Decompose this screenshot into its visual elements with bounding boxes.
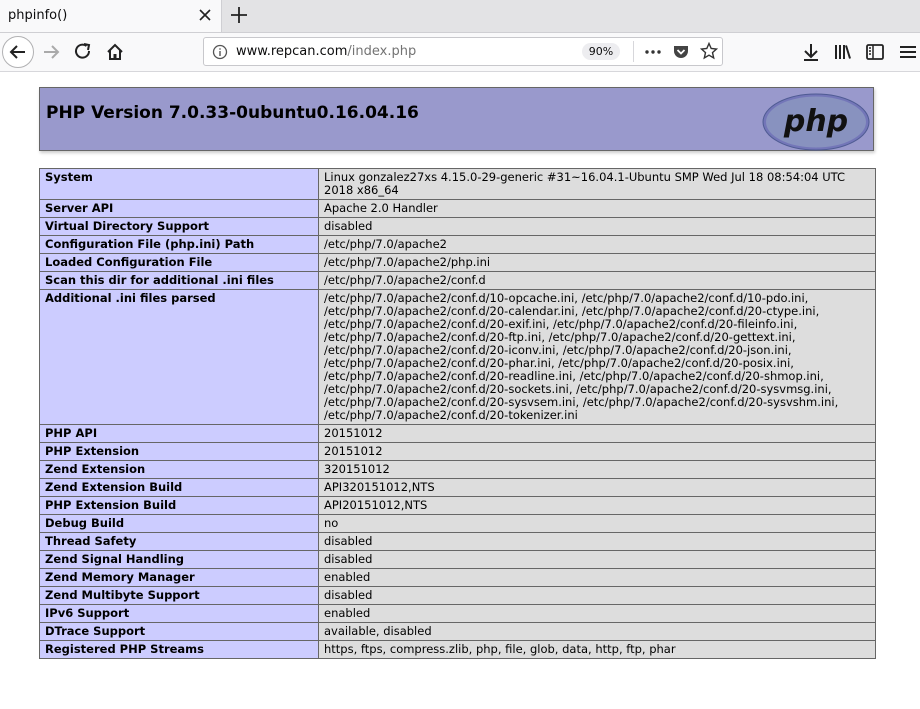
navigation-toolbar: www.repcan.com/index.php 90% [0, 33, 920, 72]
php-logo[interactable]: php [762, 93, 870, 151]
row-key: PHP Extension Build [39, 496, 319, 515]
table-row: Zend Memory Manager enabled [39, 568, 876, 587]
row-value: /etc/php/7.0/apache2/conf.d [318, 271, 876, 290]
table-row: PHP Extension 20151012 [39, 442, 876, 461]
back-arrow-icon[interactable] [2, 36, 34, 68]
table-row: Configuration File (php.ini) Path/etc/ph… [39, 235, 876, 254]
row-value: /etc/php/7.0/apache2/php.ini [318, 253, 876, 272]
row-key: Debug Build [39, 514, 319, 533]
table-row: System Linux gonzalez27xs 4.15.0-29-gener… [39, 168, 876, 200]
sidebar-icon[interactable] [860, 37, 890, 67]
row-key: Server API [39, 199, 319, 218]
row-value: disabled [318, 217, 876, 236]
table-row: Virtual Directory Support disabled [39, 217, 876, 236]
row-value: disabled [318, 532, 876, 551]
pocket-icon[interactable] [672, 43, 690, 65]
info-table: System Linux gonzalez27xs 4.15.0-29-gener… [39, 168, 876, 659]
table-row: Loaded Configuration File/etc/php/7.0/ap… [39, 253, 876, 272]
row-value: 20151012 [318, 424, 876, 443]
tab-phpinfo[interactable]: phpinfo() [0, 0, 222, 32]
row-value: 320151012 [318, 460, 876, 479]
table-row: Thread Safety disabled [39, 532, 876, 551]
row-value: disabled [318, 586, 876, 605]
php-header: PHP Version 7.0.33-0ubuntu0.16.04.16 php [39, 87, 874, 151]
table-row: Zend Extension 320151012 [39, 460, 876, 479]
row-value: API20151012,NTS [318, 496, 876, 515]
row-value: enabled [318, 568, 876, 587]
reload-icon[interactable] [68, 37, 98, 67]
url-text: www.repcan.com/index.php [236, 44, 416, 59]
logo-text: php [783, 104, 848, 139]
row-key: Virtual Directory Support [39, 217, 319, 236]
row-key: Loaded Configuration File [39, 253, 319, 272]
row-value: /etc/php/7.0/apache2/conf.d/10-opcache.i… [318, 289, 876, 425]
info-icon[interactable] [212, 44, 228, 64]
table-row: PHP Extension Build API20151012,NTS [39, 496, 876, 515]
tab-title: phpinfo() [8, 8, 68, 23]
page-content: PHP Version 7.0.33-0ubuntu0.16.04.16 php… [0, 72, 920, 709]
row-value: https, ftps, compress.zlib, php, file, g… [318, 640, 876, 659]
row-key: DTrace Support [39, 622, 319, 641]
table-row: Zend Multibyte Support disabled [39, 586, 876, 605]
star-icon[interactable] [699, 41, 719, 64]
url-bar[interactable]: www.repcan.com/index.php 90% [203, 37, 723, 66]
row-value: disabled [318, 550, 876, 569]
row-key: System [39, 168, 319, 200]
hamburger-menu-icon[interactable] [896, 37, 920, 67]
library-icon[interactable] [828, 37, 858, 67]
new-tab-icon[interactable] [228, 4, 250, 26]
row-key: Zend Extension [39, 460, 319, 479]
row-key: Zend Memory Manager [39, 568, 319, 587]
table-row: Debug Build no [39, 514, 876, 533]
url-path: /index.php [347, 44, 417, 59]
row-value: available, disabled [318, 622, 876, 641]
close-tab-icon[interactable] [196, 6, 214, 24]
url-separator [633, 41, 634, 62]
row-key: Thread Safety [39, 532, 319, 551]
row-value: 20151012 [318, 442, 876, 461]
row-value: Apache 2.0 Handler [318, 199, 876, 218]
url-host: www.repcan.com [236, 44, 348, 59]
table-row: Scan this dir for additional .ini files /… [39, 271, 876, 290]
forward-arrow-icon[interactable] [36, 37, 66, 67]
table-row: Zend Extension Build API320151012,NTS [39, 478, 876, 497]
more-dots-icon[interactable] [644, 43, 662, 65]
table-row: Registered PHP Streams https, ftps, compr… [39, 640, 876, 659]
row-value: enabled [318, 604, 876, 623]
zoom-level-badge[interactable]: 90% [582, 43, 620, 60]
row-key: Configuration File (php.ini) Path [39, 235, 319, 254]
row-value: API320151012,NTS [318, 478, 876, 497]
tab-strip: phpinfo() [0, 0, 920, 33]
row-key: Scan this dir for additional .ini files [39, 271, 319, 290]
table-row: IPv6 Support enabled [39, 604, 876, 623]
row-key: Zend Multibyte Support [39, 586, 319, 605]
row-key: Zend Signal Handling [39, 550, 319, 569]
table-row: DTrace Support available, disabled [39, 622, 876, 641]
table-row: PHP API 20151012 [39, 424, 876, 443]
row-value: Linux gonzalez27xs 4.15.0-29-generic #31… [318, 168, 876, 200]
row-key: IPv6 Support [39, 604, 319, 623]
download-icon[interactable] [796, 37, 826, 67]
row-key: Registered PHP Streams [39, 640, 319, 659]
row-key: Additional .ini files parsed [39, 289, 319, 425]
table-row: Zend Signal Handling disabled [39, 550, 876, 569]
row-key: PHP Extension [39, 442, 319, 461]
row-value: no [318, 514, 876, 533]
row-value: /etc/php/7.0/apache2 [318, 235, 876, 254]
page-title: PHP Version 7.0.33-0ubuntu0.16.04.16 [46, 103, 419, 123]
table-row: Server API Apache 2.0 Handler [39, 199, 876, 218]
info-table-body: System Linux gonzalez27xs 4.15.0-29-gener… [39, 168, 876, 659]
table-row: Additional .ini files parsed/etc/php/7.0… [39, 289, 876, 425]
row-key: Zend Extension Build [39, 478, 319, 497]
home-icon[interactable] [100, 37, 130, 67]
row-key: PHP API [39, 424, 319, 443]
